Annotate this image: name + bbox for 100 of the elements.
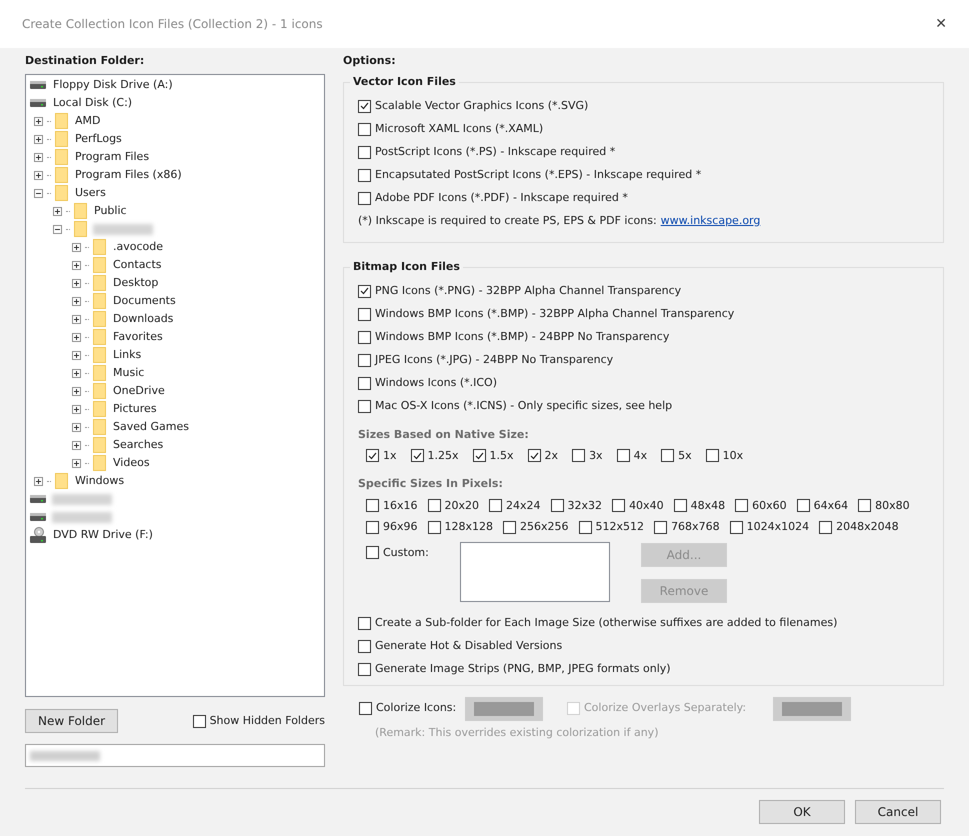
checkbox[interactable]	[654, 520, 668, 534]
expand-icon[interactable]	[34, 152, 43, 162]
tree-item[interactable]: Downloads	[112, 310, 174, 328]
tree-item[interactable]: Pictures	[112, 400, 158, 418]
checkbox[interactable]	[358, 100, 371, 112]
expand-icon[interactable]	[34, 116, 43, 126]
expand-icon[interactable]	[72, 350, 81, 360]
checkbox[interactable]	[366, 449, 379, 462]
expand-icon[interactable]	[72, 332, 81, 342]
checkbox[interactable]	[366, 499, 379, 512]
checkbox-label: Colorize Icons:	[376, 700, 456, 716]
checkbox-label: Windows Icons (*.ICO)	[375, 374, 497, 391]
custom-size-list[interactable]	[460, 542, 610, 602]
checkbox[interactable]	[428, 499, 441, 512]
tree-item[interactable]: Favorites	[112, 328, 164, 346]
checkbox-label: 96x96	[383, 519, 418, 535]
checkbox[interactable]	[358, 192, 371, 204]
checkbox[interactable]	[858, 499, 872, 512]
tree-item[interactable]: Saved Games	[112, 418, 190, 436]
tree-item[interactable]: Documents	[112, 292, 177, 310]
tree-item[interactable]: PerfLogs	[74, 130, 123, 148]
checkbox[interactable]	[819, 520, 832, 534]
checkbox[interactable]	[358, 330, 371, 344]
checkbox[interactable]	[358, 308, 371, 320]
expand-icon[interactable]	[72, 278, 81, 288]
path-field[interactable]	[25, 744, 325, 767]
expand-icon[interactable]	[53, 206, 62, 216]
expand-icon[interactable]	[72, 260, 81, 270]
expand-icon[interactable]	[72, 458, 81, 468]
tree-item[interactable]: Videos	[112, 454, 151, 472]
expand-icon[interactable]	[72, 296, 81, 306]
expand-icon[interactable]	[34, 134, 43, 144]
expand-icon[interactable]	[72, 440, 81, 450]
checkbox[interactable]	[550, 499, 564, 512]
tree-item[interactable]: DVD RW Drive (F:)	[52, 526, 154, 544]
checkbox[interactable]	[359, 702, 372, 715]
checkbox[interactable]	[358, 617, 371, 630]
expand-icon[interactable]	[72, 368, 81, 378]
expand-icon[interactable]	[72, 314, 81, 324]
tree-item[interactable]: Windows	[74, 472, 126, 490]
checkbox[interactable]	[706, 449, 719, 462]
checkbox[interactable]	[735, 499, 748, 512]
expand-icon[interactable]	[72, 386, 81, 396]
inkscape-link[interactable]: www.inkscape.org	[660, 212, 760, 230]
new-folder-button[interactable]: New Folder	[25, 709, 118, 733]
tree-item[interactable]: AMD	[74, 112, 102, 130]
expand-icon[interactable]	[34, 476, 43, 486]
checkbox[interactable]	[358, 400, 371, 412]
checkbox[interactable]	[358, 354, 371, 366]
checkbox[interactable]	[428, 520, 441, 534]
checkbox[interactable]	[528, 449, 541, 462]
checkbox[interactable]	[472, 449, 486, 462]
checkbox[interactable]	[358, 284, 371, 298]
checkbox[interactable]	[358, 663, 371, 676]
checkbox[interactable]	[730, 520, 743, 534]
expand-icon[interactable]	[72, 422, 81, 432]
color-swatch-button[interactable]	[773, 696, 851, 720]
collapse-icon[interactable]	[34, 188, 43, 198]
tree-item[interactable]: Floppy Disk Drive (A:)	[52, 76, 174, 94]
checkbox[interactable]	[358, 376, 371, 390]
dialog-button[interactable]: OK	[759, 800, 845, 824]
checkbox[interactable]	[674, 499, 687, 512]
checkbox[interactable]	[796, 499, 810, 512]
section-label: Destination Folder:	[25, 52, 146, 69]
checkbox[interactable]	[358, 122, 371, 136]
checkbox[interactable]	[578, 520, 592, 534]
tree-item[interactable]: Program Files	[74, 148, 150, 166]
tree-item[interactable]: Searches	[112, 436, 164, 454]
checkbox[interactable]	[410, 449, 424, 462]
expand-icon[interactable]	[72, 404, 81, 414]
color-swatch-button[interactable]	[465, 696, 543, 720]
tree-item[interactable]: Program Files (x86)	[74, 166, 183, 184]
checkbox[interactable]	[489, 499, 502, 512]
collapse-icon[interactable]	[53, 224, 62, 234]
tree-item[interactable]: Contacts	[112, 256, 163, 274]
checkbox[interactable]	[572, 449, 586, 462]
checkbox[interactable]	[366, 546, 379, 560]
checkbox[interactable]	[192, 714, 206, 728]
checkbox[interactable]	[616, 449, 630, 462]
tree-item[interactable]: Links	[112, 346, 142, 364]
tree-item[interactable]: OneDrive	[112, 382, 166, 400]
checkbox[interactable]	[366, 520, 379, 534]
expand-icon[interactable]	[34, 170, 43, 180]
checkbox[interactable]	[612, 499, 626, 512]
dialog-button[interactable]: Cancel	[855, 800, 941, 824]
checkbox[interactable]	[503, 520, 516, 534]
tree-item[interactable]: Music	[112, 364, 146, 382]
checkbox[interactable]	[661, 449, 674, 462]
tree-item[interactable]: .avocode	[112, 238, 164, 256]
close-button[interactable]: ✕	[935, 14, 947, 34]
checkbox[interactable]	[358, 168, 371, 182]
tree-item[interactable]: Local Disk (C:)	[52, 94, 134, 112]
tree-item[interactable]: Public	[93, 202, 128, 220]
tree-item[interactable]: Desktop	[112, 274, 160, 292]
checkbox[interactable]	[358, 146, 371, 158]
expand-icon[interactable]	[72, 242, 81, 252]
folder-icon	[93, 365, 106, 381]
checkbox-label: Create a Sub-folder for Each Image Size (otherwise suffixes are added to filenames)	[375, 615, 838, 632]
tree-item[interactable]: Users	[74, 184, 107, 202]
checkbox[interactable]	[358, 640, 371, 653]
